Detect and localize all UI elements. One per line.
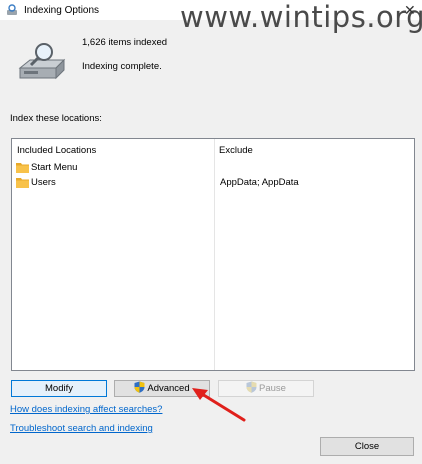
location-name: Start Menu bbox=[31, 162, 78, 173]
indexing-options-icon bbox=[7, 4, 17, 15]
modify-button[interactable]: Modify bbox=[11, 380, 107, 397]
window-title: Indexing Options bbox=[24, 5, 100, 16]
how-indexing-affects-searches-link[interactable]: How does indexing affect searches? bbox=[10, 404, 162, 415]
folder-icon bbox=[16, 163, 29, 173]
close-button[interactable]: Close bbox=[320, 437, 414, 456]
list-item[interactable]: Start Menu bbox=[12, 161, 414, 175]
list-item[interactable]: Users AppData; AppData bbox=[12, 176, 414, 190]
title-bar: Indexing Options www.wintips.org ✕ bbox=[0, 0, 422, 34]
location-exclude: AppData; AppData bbox=[220, 177, 299, 188]
hard-disk-magnifier-icon bbox=[18, 43, 66, 80]
indexing-status: Indexing complete. bbox=[82, 61, 162, 72]
close-button-label: Close bbox=[354, 441, 380, 452]
location-name: Users bbox=[31, 177, 56, 188]
uac-shield-icon bbox=[134, 381, 145, 393]
advanced-button-label: Advanced bbox=[147, 383, 190, 394]
indexing-options-window: Indexing Options www.wintips.org ✕ 1,626… bbox=[0, 0, 422, 464]
locations-heading: Index these locations: bbox=[10, 113, 102, 124]
troubleshoot-search-link[interactable]: Troubleshoot search and indexing bbox=[10, 423, 153, 434]
folder-icon bbox=[16, 178, 29, 188]
annotation-arrow bbox=[192, 388, 246, 422]
watermark-text: www.wintips.org bbox=[180, 0, 422, 34]
column-header-exclude: Exclude bbox=[219, 145, 253, 156]
items-indexed-count: 1,626 items indexed bbox=[82, 37, 168, 48]
close-icon[interactable]: ✕ bbox=[404, 2, 416, 19]
locations-list[interactable]: Included Locations Exclude Start Menu Us… bbox=[11, 138, 415, 371]
pause-button-label: Pause bbox=[259, 383, 286, 394]
modify-button-label: Modify bbox=[45, 383, 73, 394]
column-header-included: Included Locations bbox=[17, 145, 97, 156]
